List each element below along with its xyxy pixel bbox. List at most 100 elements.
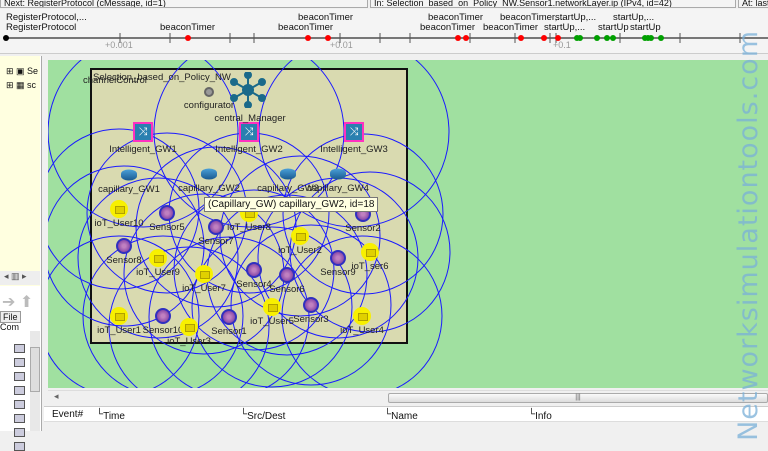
iot-user-node[interactable]	[110, 307, 128, 325]
event-marker[interactable]	[658, 35, 664, 41]
iot-user-label: ioT_User9	[136, 267, 180, 278]
event-log-header: Event# └ Time └ Src/Dest └ Name └ Info	[44, 406, 768, 422]
event-marker[interactable]	[594, 35, 600, 41]
module-icon[interactable]	[14, 344, 25, 353]
tick-label: +0.01	[330, 40, 353, 50]
iot-user-node[interactable]	[149, 249, 167, 267]
column-src-dest-label: Src/Dest	[247, 411, 286, 422]
sensor-node[interactable]	[246, 262, 262, 278]
capillary-gateway-node[interactable]	[330, 168, 346, 180]
iot-user-node[interactable]	[353, 307, 371, 325]
event-marker[interactable]	[463, 35, 469, 41]
nav-arrows[interactable]: ➔ ⬆	[0, 292, 40, 312]
event-marker[interactable]	[455, 35, 461, 41]
tree-item[interactable]: ⊞ ▦ sc	[6, 80, 36, 91]
sensor-label: Sensor10	[142, 325, 184, 336]
network-title: Selection_based_on_Policy_NW	[93, 72, 231, 83]
event-marker[interactable]	[518, 35, 524, 41]
intelligent-gateway-node[interactable]: ⤨	[239, 122, 259, 142]
iot-user-label: ioT_User5	[250, 316, 294, 327]
module-icon[interactable]	[14, 442, 25, 451]
capillary-gateway-node[interactable]	[121, 169, 137, 181]
timeline-event-label[interactable]: beaconTimer	[278, 22, 333, 33]
module-list[interactable]	[14, 344, 30, 451]
configurator-label: configurator	[183, 100, 235, 111]
iot-user-node[interactable]	[291, 227, 309, 245]
event-timeline[interactable]: +0.001 +0.01 +0.1 RegisterProtocol,... Re…	[0, 9, 768, 54]
sensor-node[interactable]	[221, 309, 237, 325]
event-marker[interactable]	[577, 35, 583, 41]
capillary-gateway-node[interactable]	[201, 168, 217, 180]
timeline-event-label[interactable]: startUp,...	[544, 22, 585, 33]
timeline-event-label[interactable]: startUp	[598, 22, 629, 33]
sensor-label: Sensor1	[211, 326, 247, 337]
scrollbar-thumb[interactable]: |||	[388, 393, 768, 403]
event-marker[interactable]	[3, 35, 9, 41]
timeline-event-label[interactable]: beaconTimer	[483, 22, 538, 33]
event-marker[interactable]	[305, 35, 311, 41]
capillary-gateway-node[interactable]	[280, 168, 296, 180]
iot-user-node[interactable]	[110, 200, 128, 218]
sensor-node[interactable]	[155, 308, 171, 324]
event-marker[interactable]	[604, 35, 610, 41]
up-arrow-icon[interactable]: ⬆	[20, 294, 33, 311]
tree-item-label: sc	[27, 80, 37, 90]
module-icon[interactable]	[14, 386, 25, 395]
watermark: Networksimulationtools.com	[733, 30, 764, 441]
intelligent-gateway-label: Intelligent_GW3	[320, 144, 388, 155]
timeline-event-label[interactable]: beaconTimer	[420, 22, 475, 33]
tab-com[interactable]: Com	[0, 322, 19, 332]
iot-user-label: ioT_User7	[182, 283, 226, 294]
canvas-hscrollbar[interactable]: ◂ |||	[48, 390, 768, 404]
module-icon[interactable]	[14, 358, 25, 367]
sensor-node[interactable]	[208, 219, 224, 235]
list-vscrollbar[interactable]	[30, 331, 40, 431]
column-event[interactable]: Event#	[52, 409, 83, 420]
module-icon[interactable]	[14, 414, 25, 423]
sensor-label: Sensor7	[198, 236, 234, 247]
column-time[interactable]: └ Time	[96, 409, 125, 422]
network-canvas[interactable]: ⤨ Intelligent_GW1 ⤨ Intelligent_GW2 ⤨ Intelli…	[48, 60, 768, 388]
sensor-node[interactable]	[303, 297, 319, 313]
event-marker[interactable]	[541, 35, 547, 41]
sensor-node[interactable]	[159, 205, 175, 221]
sensor-label: Sensor5	[149, 222, 185, 233]
intelligent-gateway-label: Intelligent_GW2	[215, 144, 283, 155]
module-icon[interactable]	[14, 400, 25, 409]
intelligent-gateway-node[interactable]: ⤨	[133, 122, 153, 142]
column-info[interactable]: └ Info	[528, 409, 552, 422]
column-name-label: Name	[391, 411, 418, 422]
scroll-left-icon[interactable]: ◂	[54, 391, 59, 402]
event-marker[interactable]	[185, 35, 191, 41]
column-name[interactable]: └ Name	[384, 409, 418, 422]
central-manager-icon[interactable]	[230, 72, 266, 108]
iot-user-label: ioT_User4	[340, 325, 384, 336]
module-icon[interactable]	[14, 372, 25, 381]
iot-user-node[interactable]	[195, 265, 213, 283]
iot-user-node[interactable]	[180, 318, 198, 336]
forward-arrow-icon[interactable]: ➔	[2, 294, 15, 311]
column-time-label: Time	[103, 411, 125, 422]
column-src-dest[interactable]: └ Src/Dest	[240, 409, 285, 422]
event-marker[interactable]	[648, 35, 654, 41]
tick-label: +0.001	[105, 40, 133, 50]
sensor-node[interactable]	[116, 238, 132, 254]
intelligent-gateway-node[interactable]: ⤨	[344, 122, 364, 142]
sensor-node[interactable]	[330, 250, 346, 266]
object-tree[interactable]: ⊞ ▣ Se ⊞ ▦ sc	[0, 56, 40, 286]
iot-user-node[interactable]	[361, 243, 379, 261]
module-icon[interactable]	[14, 428, 25, 437]
event-marker[interactable]	[610, 35, 616, 41]
object-tree-panel: ⊞ ▣ Se ⊞ ▦ sc ◂ ▥ ▸ ➔ ⬆ File Com	[0, 56, 42, 451]
timeline-event-label[interactable]: beaconTimer	[160, 22, 215, 33]
iot-user-node[interactable]	[263, 298, 281, 316]
sensor-node[interactable]	[279, 267, 295, 283]
column-info-label: Info	[535, 411, 552, 422]
sensor-label: Sensor9	[320, 267, 356, 278]
configurator-icon[interactable]	[204, 87, 214, 97]
tree-item[interactable]: ⊞ ▣ Se	[6, 66, 38, 77]
sensor-label: Sensor8	[106, 255, 142, 266]
tree-hscrollbar[interactable]: ◂ ▥ ▸	[0, 271, 40, 285]
timeline-event-label[interactable]: RegisterProtocol	[6, 22, 76, 33]
timeline-event-label[interactable]: startUp	[630, 22, 661, 33]
